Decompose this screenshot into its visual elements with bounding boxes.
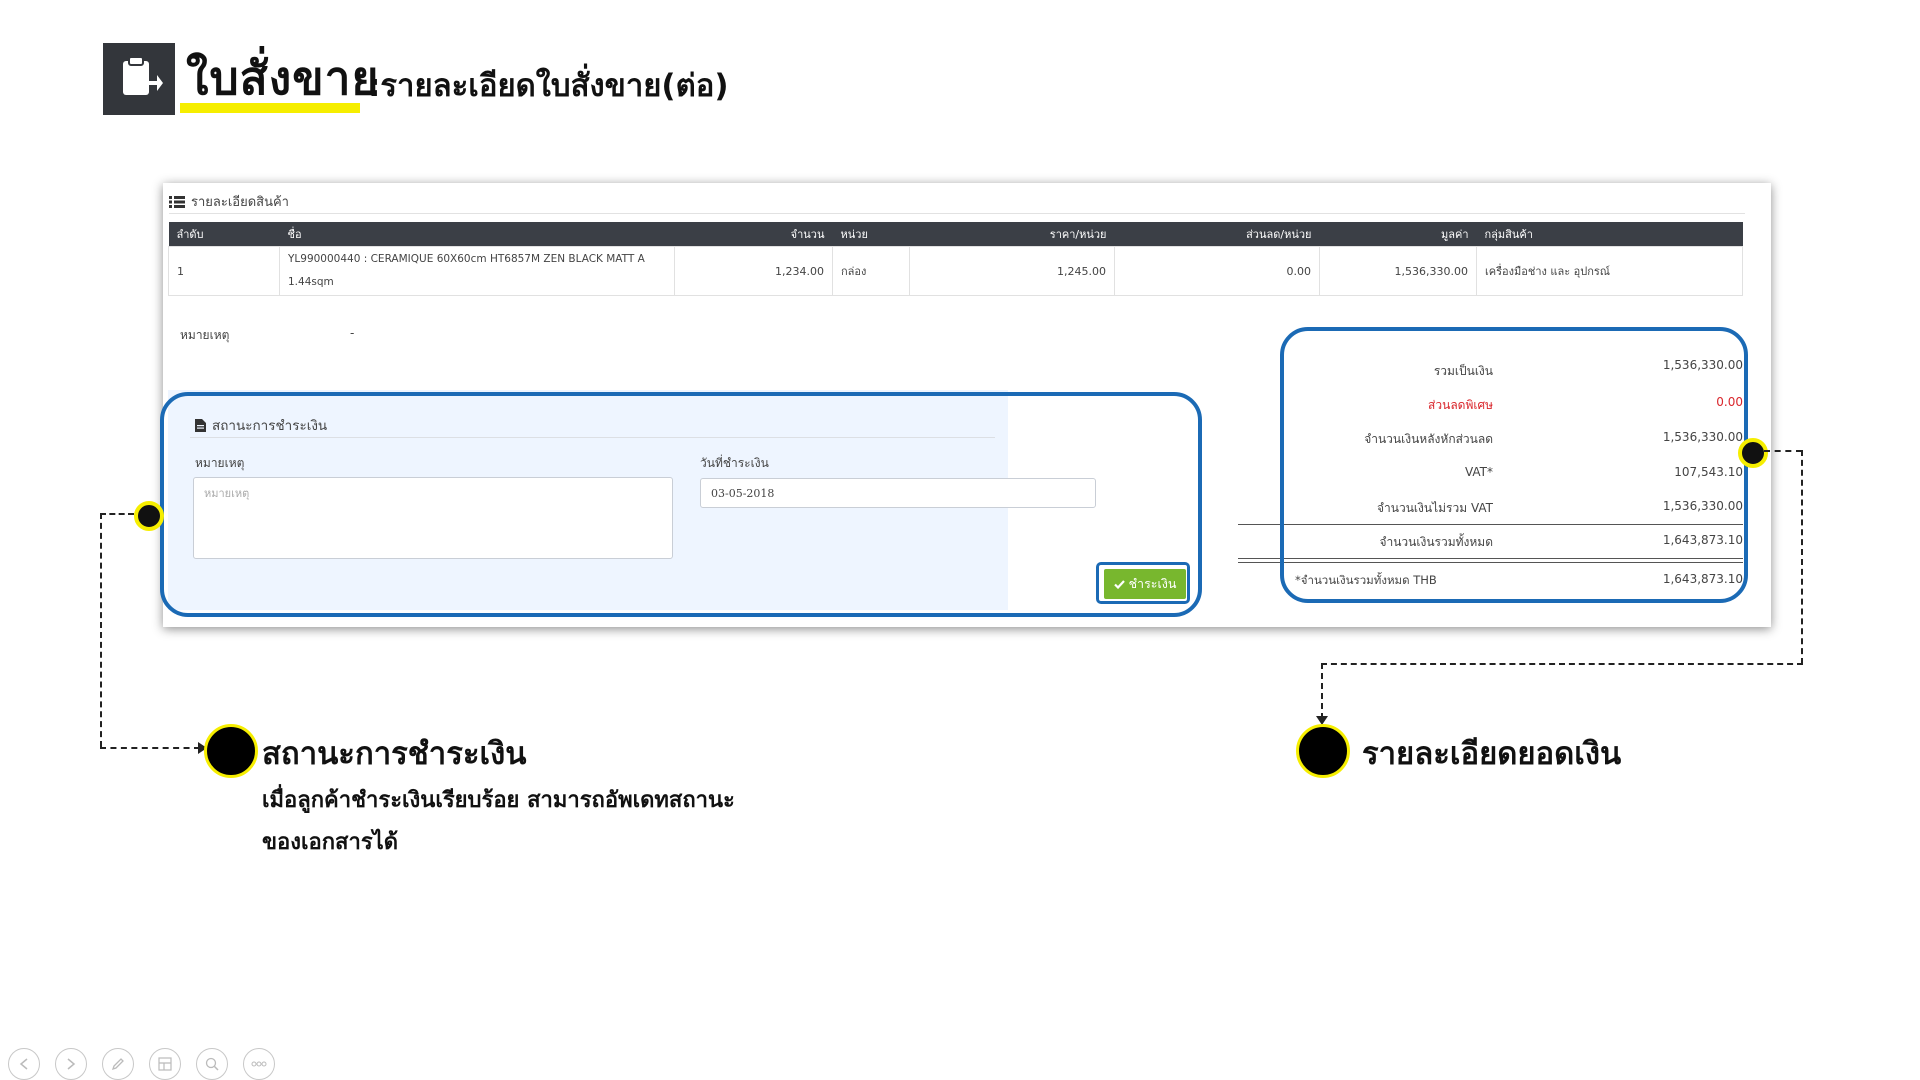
remark-value: -: [350, 326, 355, 340]
total-value-6: 1,643,873.10: [1662, 572, 1743, 586]
total-value-4: 1,536,330.00: [1662, 499, 1743, 513]
product-section-title: รายละเอียดสินค้า: [191, 195, 289, 210]
payment-divider: [190, 437, 995, 438]
totals-divider: [1238, 524, 1743, 525]
payment-date-label: วันที่ชำระเงิน: [700, 456, 769, 470]
section-divider: [169, 213, 1745, 214]
total-label-5: จำนวนเงินรวมทั้งหมด: [1379, 535, 1493, 549]
more-icon[interactable]: [243, 1048, 275, 1080]
check-icon: [1113, 577, 1125, 592]
payment-caption-line2: ของเอกสารได้: [262, 830, 398, 855]
page-subtitle: :รายละเอียดใบสั่งขาย(ต่อ): [368, 68, 729, 104]
col-price: ราคา/หน่วย: [909, 222, 1115, 247]
payment-panel-title: สถานะการชำระเงิน: [212, 418, 328, 434]
col-qty: จำนวน: [674, 222, 833, 247]
totals-connector-line-v1: [1801, 450, 1803, 664]
product-table: ลำดับ ชื่อ จำนวน หน่วย ราคา/หน่วย ส่วนลด…: [168, 222, 1743, 296]
col-discount: ส่วนลด/หน่วย: [1114, 222, 1320, 247]
total-value-5: 1,643,873.10: [1662, 533, 1743, 547]
totals-caption-title: รายละเอียดยอดเงิน: [1362, 736, 1622, 772]
cell-name: YL990000440 : CERAMIQUE 60X60cm HT6857M …: [279, 246, 675, 296]
product-section-header: รายละเอียดสินค้า: [169, 191, 289, 212]
pen-icon[interactable]: [102, 1048, 134, 1080]
total-value-2: 1,536,330.00: [1662, 430, 1743, 444]
remark-label: หมายเหตุ: [180, 328, 230, 342]
payment-connector-line-h1: [100, 513, 134, 515]
table-header-row: ลำดับ ชื่อ จำนวน หน่วย ราคา/หน่วย ส่วนลด…: [168, 222, 1743, 247]
file-icon: [195, 419, 206, 436]
totals-connector-line-v2: [1321, 663, 1323, 719]
order-detail-screenshot: รายละเอียดสินค้า ลำดับ ชื่อ จำนวน หน่วย …: [163, 183, 1771, 627]
pay-button-label: ชำระเงิน: [1128, 576, 1177, 591]
payment-caption-desc: เมื่อลูกค้าชำระเงินเรียบร้อย สามารถอัพเด…: [262, 780, 735, 864]
col-name: ชื่อ: [279, 222, 675, 247]
col-no: ลำดับ: [168, 222, 280, 247]
list-icon: [169, 196, 185, 212]
prev-icon[interactable]: [8, 1048, 40, 1080]
total-value-3: 107,543.10: [1674, 465, 1743, 479]
payment-connector-line-v: [100, 513, 102, 747]
cell-group: เครื่องมือช่าง และ อุปกรณ์: [1476, 246, 1743, 296]
slides-icon[interactable]: [149, 1048, 181, 1080]
col-amount: มูลค่า: [1319, 222, 1477, 247]
header-clipboard-icon: [103, 43, 175, 115]
payment-note-label: หมายเหตุ: [195, 456, 245, 470]
payment-caption-line1: เมื่อลูกค้าชำระเงินเรียบร้อย สามารถอัพเด…: [262, 788, 735, 813]
totals-double-line-1: [1238, 558, 1743, 559]
cell-price: 1,245.00: [909, 246, 1115, 296]
total-label-2: จำนวนเงินหลังหักส่วนลด: [1364, 432, 1493, 446]
cell-name-line1: YL990000440 : CERAMIQUE 60X60cm HT6857M …: [288, 253, 645, 265]
cell-no: 1: [168, 246, 280, 296]
total-value-0: 1,536,330.00: [1662, 358, 1743, 372]
cell-name-line2: 1.44sqm: [288, 276, 334, 288]
total-label-4: จำนวนเงินไม่รวม VAT: [1377, 501, 1493, 515]
zoom-icon[interactable]: [196, 1048, 228, 1080]
cell-discount: 0.00: [1114, 246, 1320, 296]
totals-connector-line-h2: [1321, 663, 1803, 665]
pay-button[interactable]: ชำระเงิน: [1104, 569, 1186, 599]
col-unit: หน่วย: [832, 222, 910, 247]
table-row: 1 YL990000440 : CERAMIQUE 60X60cm HT6857…: [168, 246, 1743, 296]
payment-panel-header: สถานะการชำระเงิน: [195, 414, 327, 436]
cell-amount: 1,536,330.00: [1319, 246, 1477, 296]
totals-double-line-2: [1238, 562, 1743, 563]
payment-connector-line-h2: [100, 747, 200, 749]
cell-unit: กล่อง: [832, 246, 910, 296]
total-label-3: VAT*: [1464, 465, 1493, 479]
payment-connector-dot: [134, 501, 164, 531]
next-icon[interactable]: [55, 1048, 87, 1080]
total-label-1: ส่วนลดพิเศษ: [1428, 398, 1493, 412]
cell-qty: 1,234.00: [674, 246, 833, 296]
title-underline: [180, 103, 360, 113]
payment-note-textarea[interactable]: [193, 477, 673, 559]
totals-caption-dot: [1296, 724, 1350, 778]
payment-caption-title: สถานะการชำระเงิน: [262, 736, 527, 772]
payment-date-input[interactable]: [700, 478, 1096, 508]
col-group: กลุ่มสินค้า: [1476, 222, 1743, 247]
total-label-6: *จำนวนเงินรวมทั้งหมด THB: [1295, 573, 1437, 587]
totals-connector-dot: [1738, 438, 1768, 468]
totals-connector-line-h1: [1764, 450, 1802, 452]
total-label-0: รวมเป็นเงิน: [1433, 364, 1493, 378]
total-value-1: 0.00: [1716, 395, 1743, 409]
payment-caption-dot: [204, 724, 258, 778]
